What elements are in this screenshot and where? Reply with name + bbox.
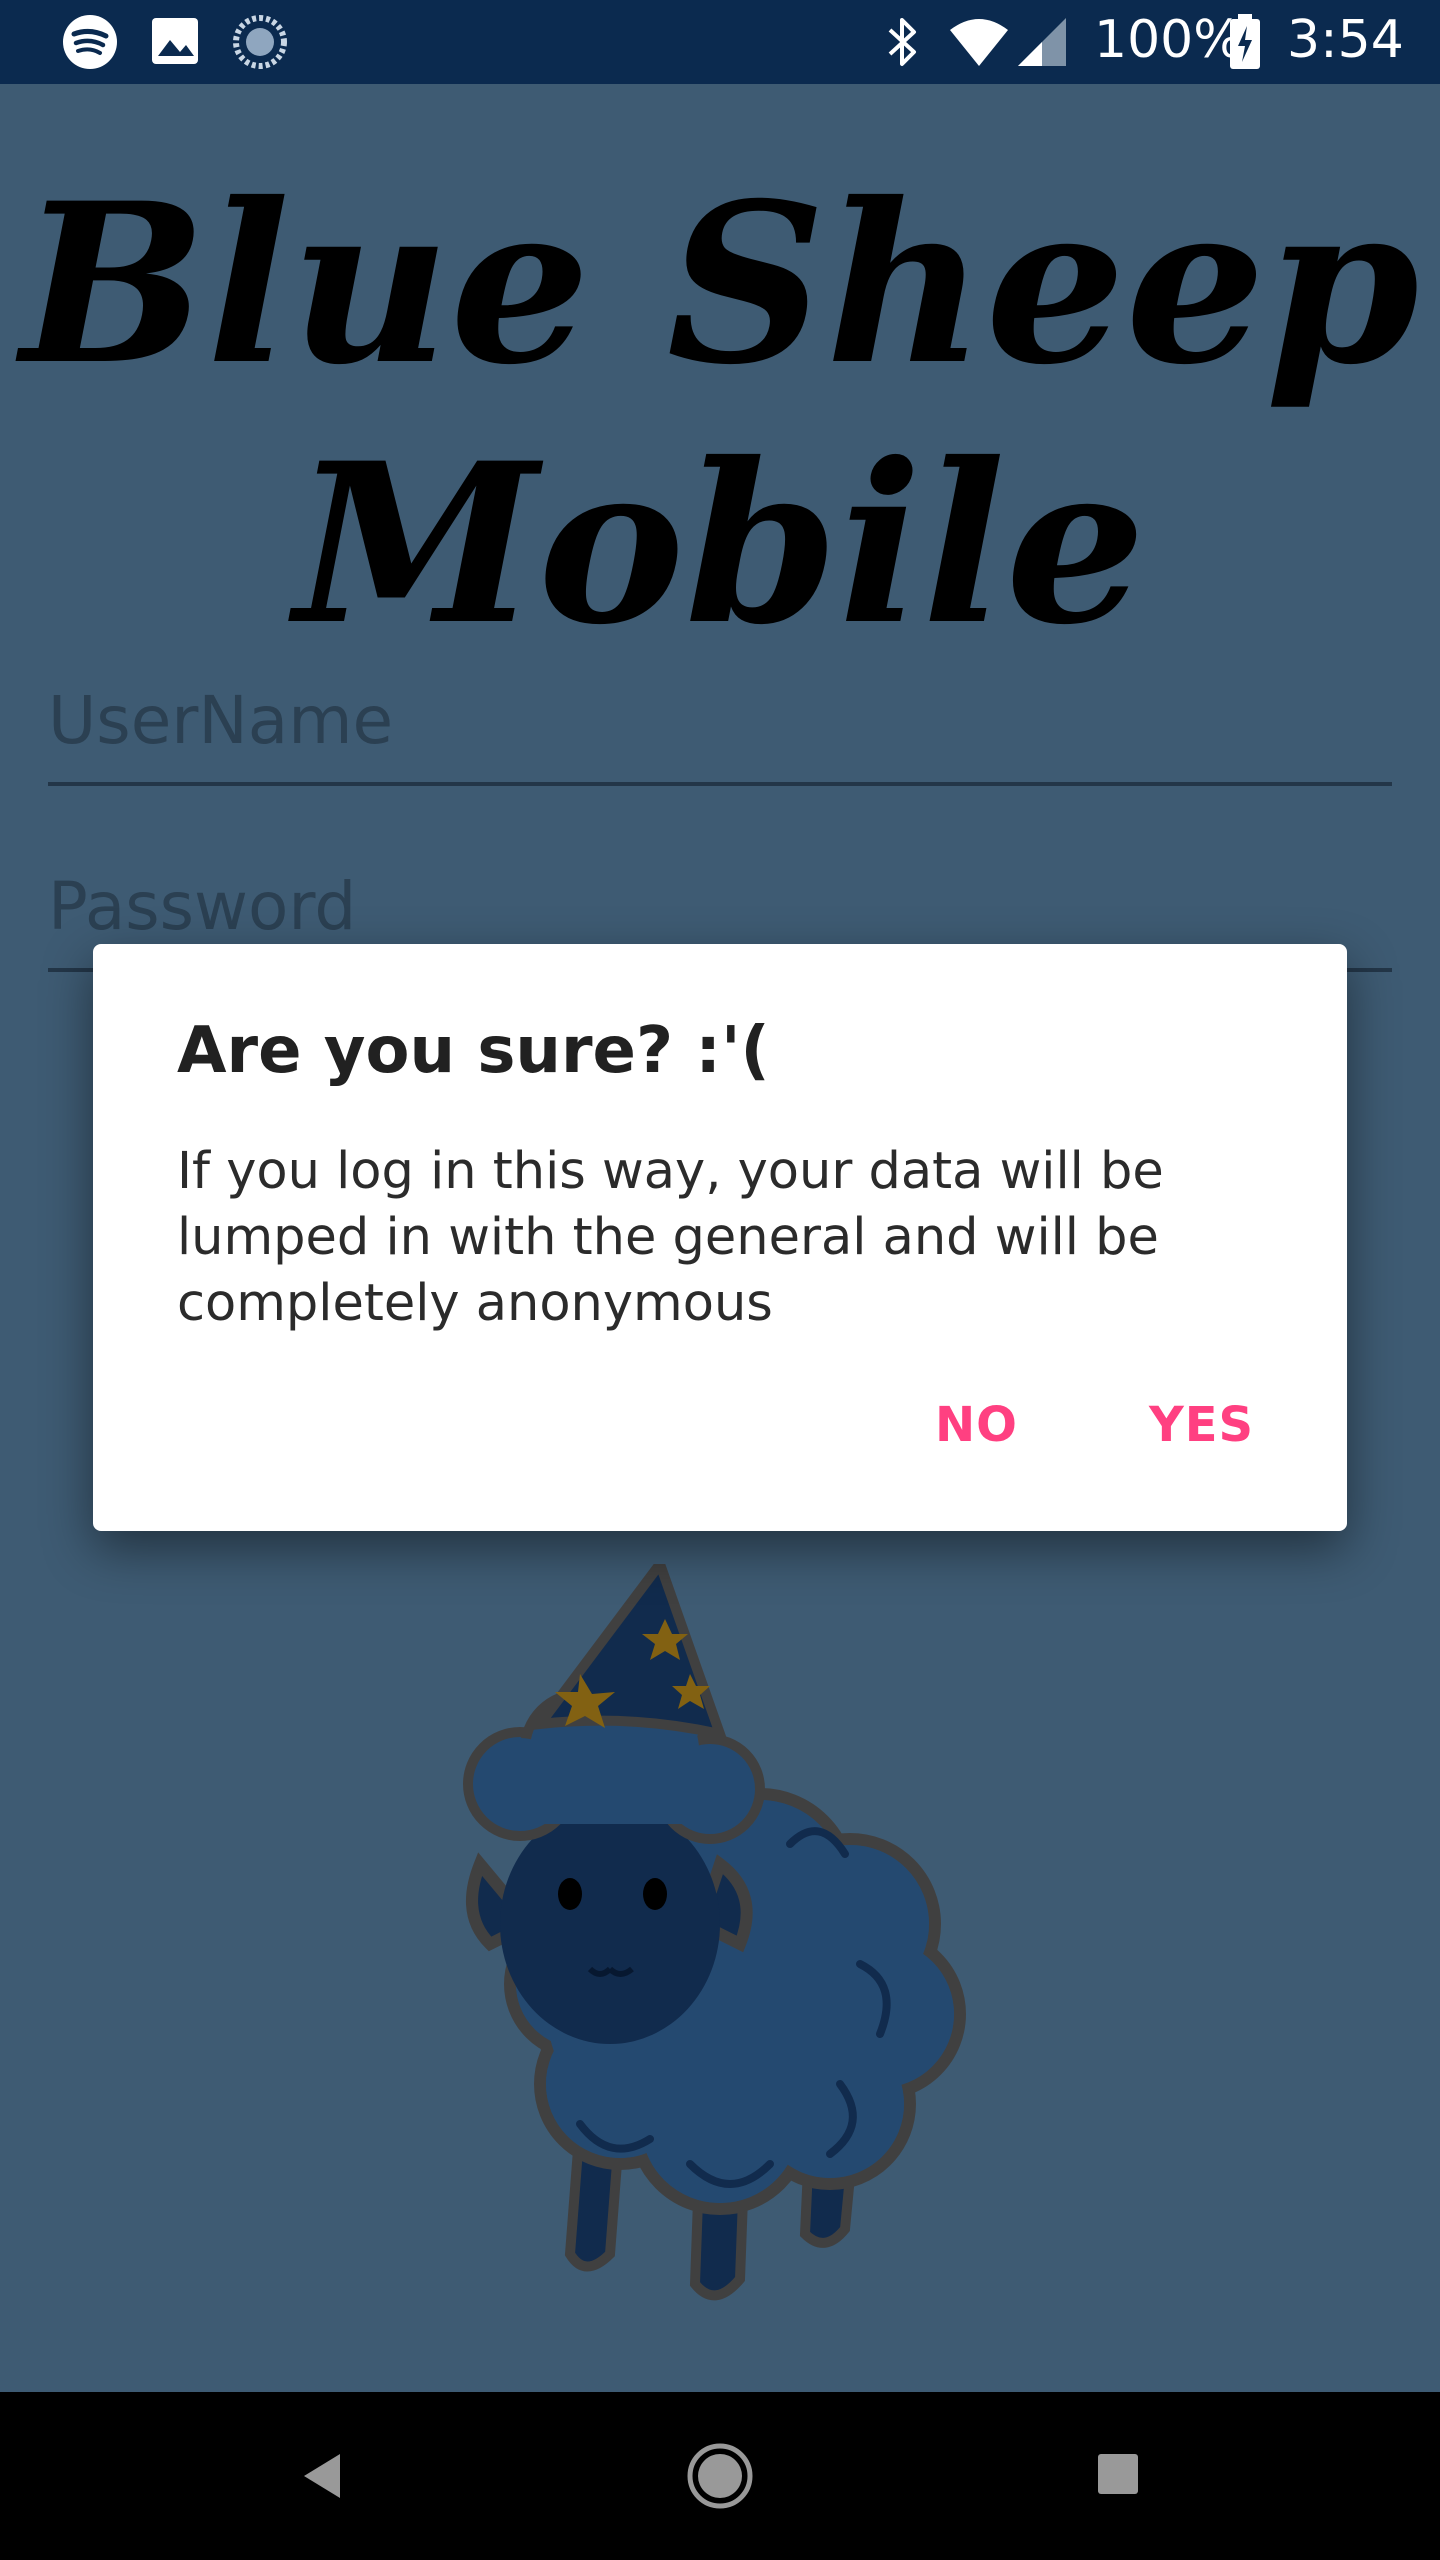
- confirm-dialog: Are you sure? :'( If you log in this way…: [93, 944, 1347, 1531]
- clock: 3:54: [1287, 10, 1404, 70]
- recents-icon[interactable]: [1094, 2426, 1142, 2530]
- bluetooth-icon: [882, 14, 926, 74]
- no-button[interactable]: NO: [935, 1397, 1018, 1453]
- navigation-bar: [0, 2392, 1440, 2560]
- home-icon[interactable]: [684, 2426, 756, 2530]
- sync-icon: [232, 14, 288, 74]
- dialog-title: Are you sure? :'(: [177, 1014, 770, 1088]
- status-bar: 100% 3:54: [0, 0, 1440, 84]
- wifi-icon: [948, 14, 1010, 74]
- cell-signal-icon: [1016, 14, 1068, 74]
- back-icon[interactable]: [296, 2426, 348, 2530]
- battery-charging-icon: [1228, 14, 1262, 74]
- yes-button[interactable]: YES: [1149, 1397, 1254, 1453]
- battery-percent: 100%: [1094, 10, 1243, 70]
- dialog-message: If you log in this way, your data will b…: [177, 1142, 1164, 1333]
- app-screen: 100% 3:54 Blue Sheep Mobile UserName Pas…: [0, 0, 1440, 2560]
- spotify-icon: [62, 14, 118, 74]
- image-icon: [150, 14, 202, 74]
